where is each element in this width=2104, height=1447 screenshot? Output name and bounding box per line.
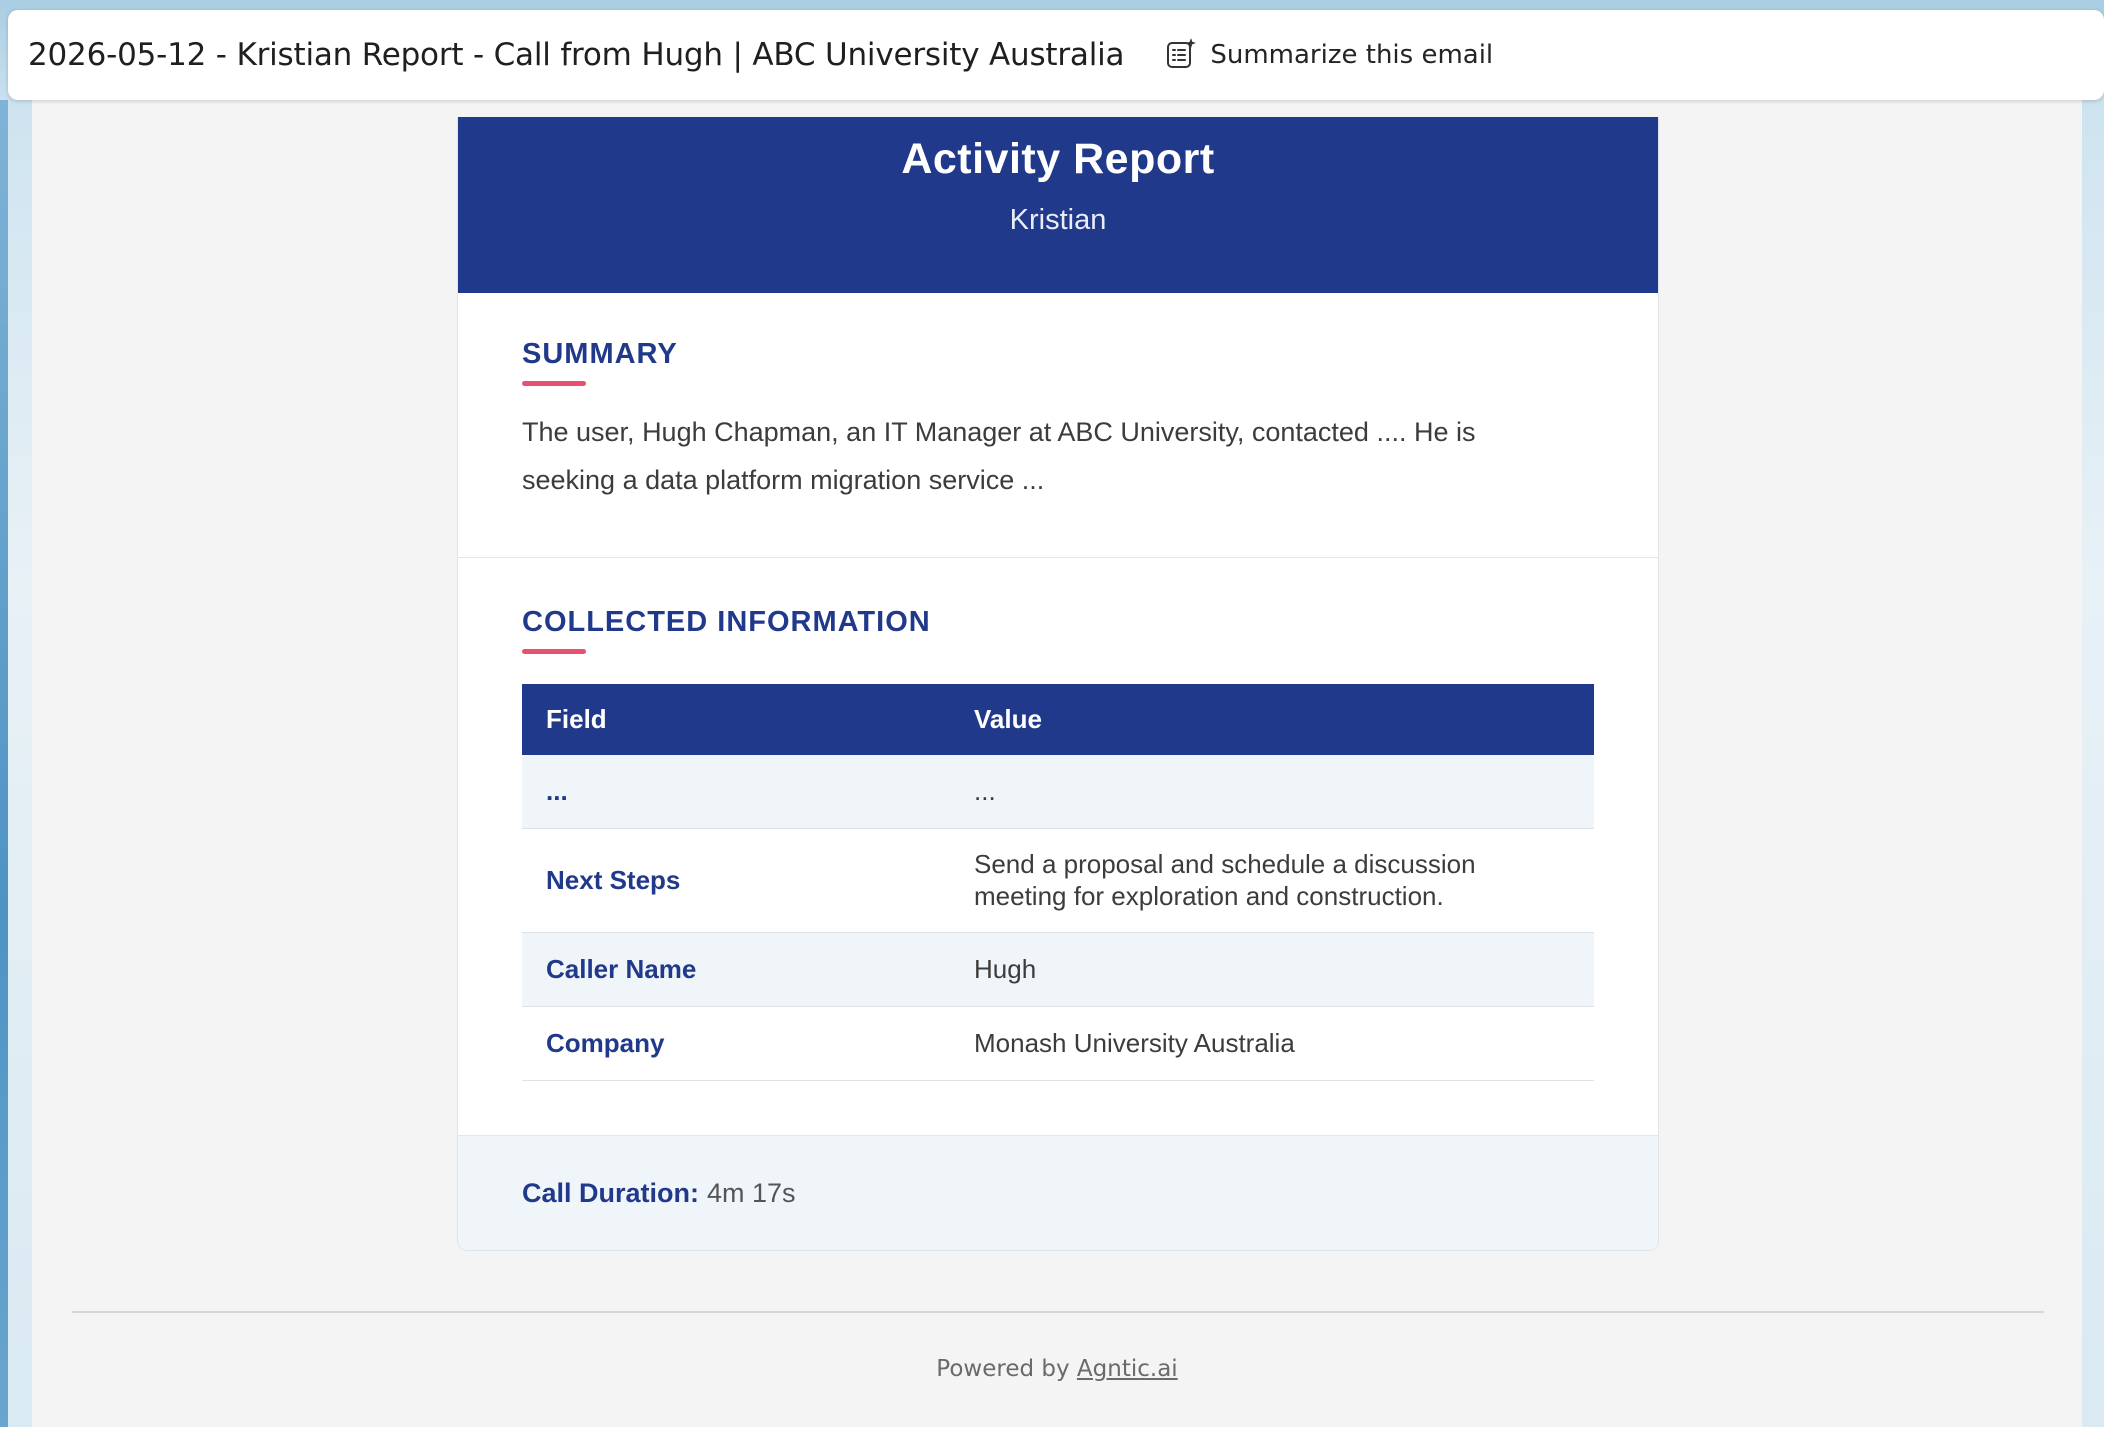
collected-information-heading: COLLECTED INFORMATION <box>522 606 931 638</box>
email-body: Activity Report Kristian SUMMARY The use… <box>32 100 2082 1427</box>
summarize-sparkle-icon <box>1164 36 1198 75</box>
call-duration-footer: Call Duration: 4m 17s <box>458 1135 1658 1250</box>
row-value: Send a proposal and schedule a discussio… <box>950 828 1594 933</box>
call-duration-value: 4m 17s <box>707 1178 796 1208</box>
agntic-link[interactable]: Agntic.ai <box>1077 1356 1178 1382</box>
summary-section: SUMMARY The user, Hugh Chapman, an IT Ma… <box>458 293 1658 558</box>
report-subtitle: Kristian <box>1009 204 1107 236</box>
collected-information-section: COLLECTED INFORMATION Field Value ... ..… <box>458 558 1658 1135</box>
table-row: Company Monash University Australia <box>522 1006 1594 1081</box>
heading-underline <box>522 649 586 654</box>
report-header: Activity Report Kristian <box>458 117 1658 293</box>
summary-heading: SUMMARY <box>522 338 678 370</box>
activity-report-card: Activity Report Kristian SUMMARY The use… <box>457 117 1659 1251</box>
email-subject-bar: 2026-05-12 - Kristian Report - Call from… <box>8 10 2104 100</box>
window-edge <box>0 100 8 1447</box>
column-header-value: Value <box>974 704 1042 734</box>
row-value: Monash University Australia <box>950 1006 1594 1081</box>
call-duration-label: Call Duration: <box>522 1178 700 1208</box>
report-title: Activity Report <box>901 135 1215 183</box>
row-field: ... <box>522 755 950 829</box>
table-row: Caller Name Hugh <box>522 932 1594 1007</box>
table-header-row: Field Value <box>522 684 1594 755</box>
column-header-field: Field <box>546 704 607 734</box>
collected-information-table: Field Value ... ... Next Steps Send a pr… <box>522 684 1594 1081</box>
row-field: Next Steps <box>522 828 950 933</box>
email-subject: 2026-05-12 - Kristian Report - Call from… <box>28 37 1125 73</box>
powered-by: Powered by Agntic.ai <box>32 1356 2082 1382</box>
bottom-strip <box>0 1427 2104 1447</box>
summarize-email-button[interactable]: Summarize this email <box>1158 30 1499 81</box>
row-field: Caller Name <box>522 932 950 1007</box>
footer-divider <box>72 1311 2044 1313</box>
heading-underline <box>522 381 586 386</box>
summarize-email-label: Summarize this email <box>1210 40 1494 70</box>
powered-by-text: Powered by <box>936 1356 1070 1382</box>
table-row: Next Steps Send a proposal and schedule … <box>522 828 1594 933</box>
row-field: Company <box>522 1006 950 1081</box>
row-value: Hugh <box>950 932 1594 1007</box>
summary-text: The user, Hugh Chapman, an IT Manager at… <box>522 417 1476 495</box>
row-value: ... <box>950 755 1594 829</box>
table-row: ... ... <box>522 755 1594 829</box>
